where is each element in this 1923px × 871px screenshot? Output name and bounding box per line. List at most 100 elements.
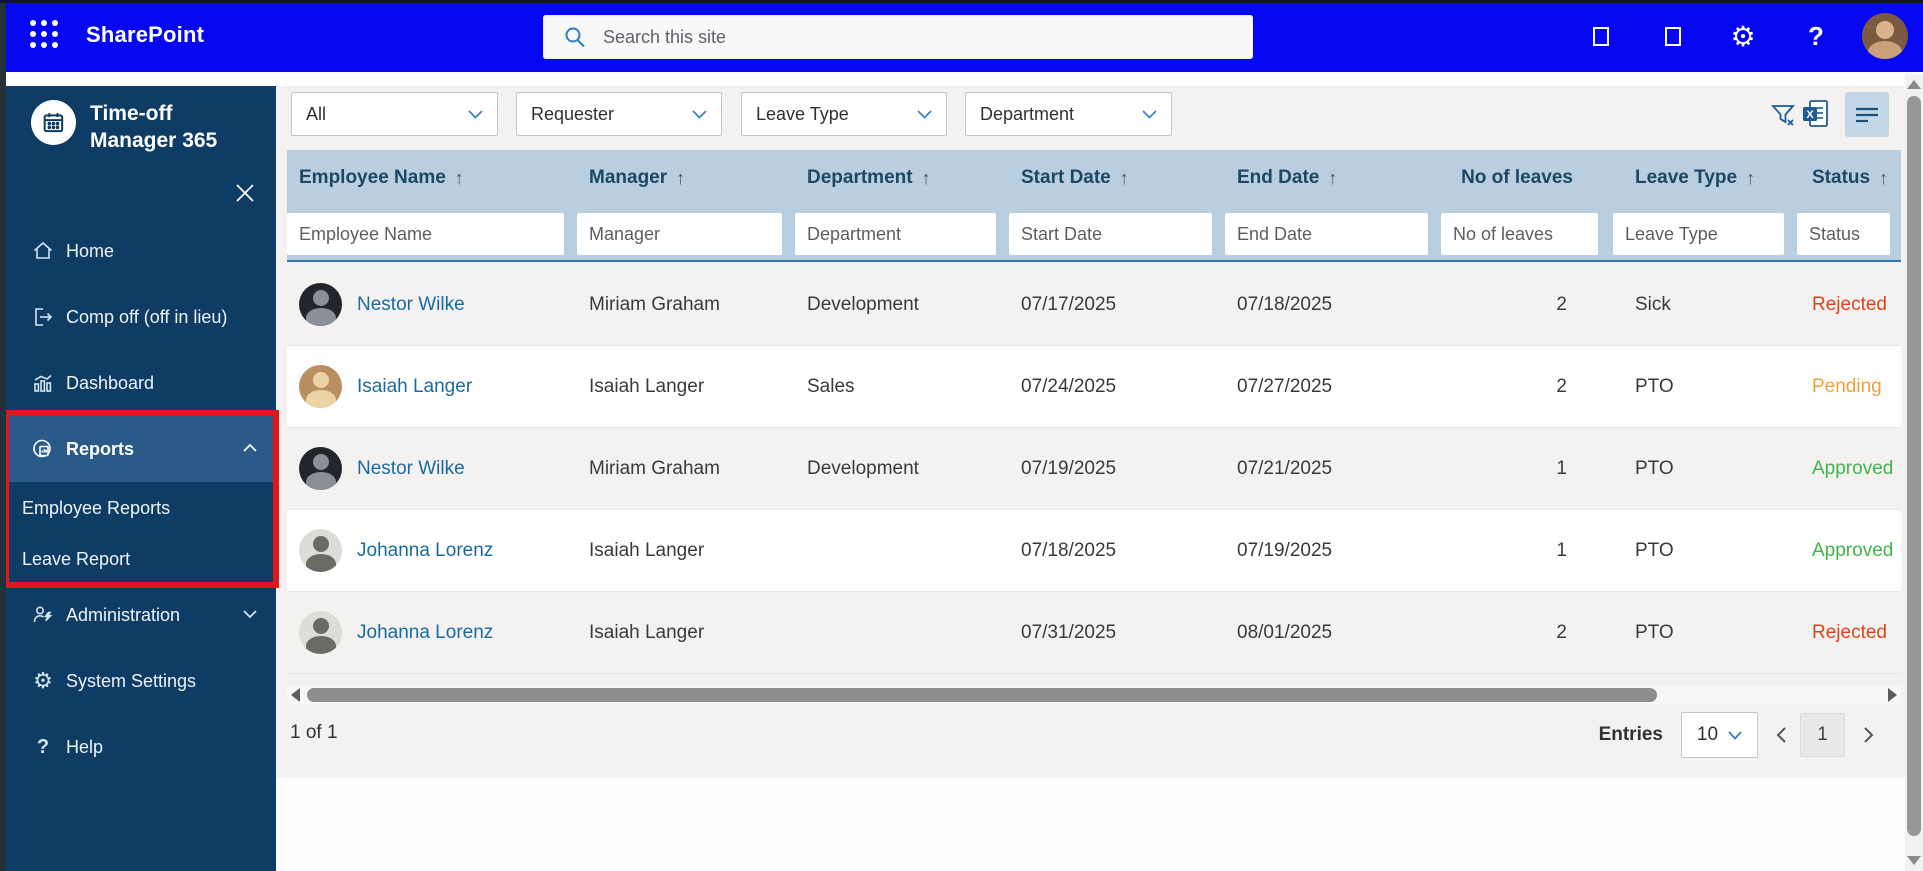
sort-asc-icon: ↑ [676, 168, 685, 189]
manager-cell: Isaiah Langer [577, 510, 795, 591]
user-avatar[interactable] [1862, 13, 1908, 59]
home-icon [28, 239, 58, 263]
table-row[interactable]: Nestor Wilke Miriam Graham Development 0… [287, 264, 1901, 346]
no-of-leaves-cell: 2 [1441, 346, 1611, 427]
table-row[interactable]: Johanna Lorenz Isaiah Langer 07/31/2025 … [287, 592, 1901, 674]
end-date-cell: 08/01/2025 [1225, 592, 1441, 673]
column-header-status[interactable]: Status↑ [1795, 150, 1901, 206]
page-number-button[interactable]: 1 [1800, 713, 1845, 757]
start-date-filter-input[interactable] [1009, 213, 1212, 255]
sidebar-item-dashboard[interactable]: Dashboard [6, 350, 276, 416]
sharepoint-brand[interactable]: SharePoint [86, 22, 204, 48]
end-date-filter-input[interactable] [1225, 213, 1428, 255]
chevron-down-icon [468, 110, 483, 119]
requester-filter-dropdown[interactable]: Requester [516, 92, 722, 136]
department-cell [795, 510, 1009, 591]
calendar-icon [40, 109, 68, 137]
sidebar-item-comp-off[interactable]: Comp off (off in lieu) [6, 284, 276, 350]
help-question-icon[interactable]: ? [1800, 0, 1832, 72]
chevron-down-icon[interactable] [242, 606, 258, 624]
sidebar-item-home[interactable]: Home [6, 218, 276, 284]
sort-asc-icon: ↑ [1879, 168, 1888, 189]
sort-asc-icon: ↑ [1746, 168, 1755, 189]
column-options-button[interactable] [1845, 92, 1889, 137]
sidebar-item-label: Help [66, 737, 103, 758]
department-filter-dropdown[interactable]: Department [965, 92, 1172, 136]
employee-name-filter-input[interactable] [287, 213, 564, 255]
list-menu-icon [1854, 105, 1880, 125]
status-cell: Approved [1795, 428, 1901, 509]
employee-avatar [299, 529, 342, 572]
export-excel-icon[interactable]: X [1801, 98, 1831, 135]
employee-avatar [299, 283, 342, 326]
leave-type-filter-input[interactable] [1613, 213, 1784, 255]
column-header-manager[interactable]: Manager↑ [577, 150, 795, 206]
no-of-leaves-cell: 1 [1441, 510, 1611, 591]
horizontal-scrollbar[interactable] [287, 686, 1901, 704]
table-row[interactable]: Johanna Lorenz Isaiah Langer 07/18/2025 … [287, 510, 1901, 592]
column-header-start-date[interactable]: Start Date↑ [1009, 150, 1225, 206]
no-of-leaves-cell: 2 [1441, 264, 1611, 345]
employee-name-link[interactable]: Johanna Lorenz [357, 540, 493, 562]
sidebar-item-administration[interactable]: Administration [6, 582, 276, 648]
pagination-controls: Entries 10 1 [1599, 712, 1883, 758]
end-date-cell: 07/21/2025 [1225, 428, 1441, 509]
next-page-button[interactable] [1853, 715, 1883, 755]
sidebar-subitem-employee-reports[interactable]: Employee Reports [6, 482, 276, 534]
sort-asc-icon: ↑ [922, 168, 931, 189]
vertical-scrollbar-thumb[interactable] [1907, 96, 1921, 836]
window-left-edge [0, 0, 6, 871]
chevron-up-icon[interactable] [242, 440, 258, 458]
column-header-employee-name[interactable]: Employee Name↑ [287, 150, 577, 206]
employee-name-link[interactable]: Johanna Lorenz [357, 622, 493, 644]
table-row[interactable]: Nestor Wilke Miriam Graham Development 0… [287, 428, 1901, 510]
gear-icon: ⚙ [28, 668, 58, 694]
vertical-scrollbar[interactable] [1905, 74, 1923, 871]
scroll-down-arrow-icon[interactable] [1907, 856, 1921, 865]
employee-name-link[interactable]: Isaiah Langer [357, 376, 472, 398]
no-of-leaves-cell: 2 [1441, 592, 1611, 673]
table-body: Nestor Wilke Miriam Graham Development 0… [287, 264, 1901, 674]
employee-name-link[interactable]: Nestor Wilke [357, 294, 465, 316]
page-count-label: 1 of 1 [290, 722, 338, 744]
dropdown-value: Requester [531, 104, 614, 125]
manager-filter-input[interactable] [577, 213, 782, 255]
scroll-up-arrow-icon[interactable] [1907, 80, 1921, 89]
sidebar-subitem-leave-report[interactable]: Leave Report [6, 533, 276, 585]
column-header-end-date[interactable]: End Date↑ [1225, 150, 1441, 206]
view-filter-dropdown[interactable]: All [291, 92, 498, 136]
column-header-department[interactable]: Department↑ [795, 150, 1009, 206]
settings-gear-icon[interactable]: ⚙ [1724, 0, 1762, 72]
department-filter-input[interactable] [795, 213, 996, 255]
no-of-leaves-filter-input[interactable] [1441, 213, 1598, 255]
empty-page-area [276, 778, 1905, 871]
horizontal-scrollbar-thumb[interactable] [307, 688, 1657, 702]
table-header-row: Employee Name↑ Manager↑ Department↑ Star… [287, 150, 1901, 206]
sidebar-item-help[interactable]: ? Help [6, 714, 276, 780]
search-input[interactable] [603, 27, 1203, 48]
app-title: Time-off Manager 365 [90, 100, 217, 154]
filter-cell [1009, 206, 1225, 260]
start-date-cell: 07/24/2025 [1009, 346, 1225, 427]
entries-per-page-select[interactable]: 10 [1681, 712, 1758, 758]
column-header-no-of-leaves[interactable]: No of leaves [1441, 150, 1611, 206]
sidebar-close-icon[interactable] [228, 176, 262, 210]
sidebar-item-system-settings[interactable]: ⚙ System Settings [6, 648, 276, 714]
feedback-icon[interactable] [1662, 0, 1684, 72]
sidebar-item-reports[interactable]: Reports [6, 416, 276, 482]
column-header-leave-type[interactable]: Leave Type↑ [1611, 150, 1795, 206]
chevron-down-icon [692, 110, 707, 119]
table-row[interactable]: Isaiah Langer Isaiah Langer Sales 07/24/… [287, 346, 1901, 428]
clear-filter-icon[interactable] [1769, 101, 1797, 134]
previous-page-button[interactable] [1766, 715, 1796, 755]
app-launcher-waffle-icon[interactable] [30, 20, 64, 52]
employee-name-link[interactable]: Nestor Wilke [357, 458, 465, 480]
scroll-left-arrow-icon[interactable] [291, 688, 300, 702]
notification-icon[interactable] [1590, 0, 1612, 72]
scroll-right-arrow-icon[interactable] [1888, 688, 1897, 702]
sidebar-item-label: System Settings [66, 671, 196, 692]
app-logo [31, 100, 76, 145]
leave-type-cell: PTO [1611, 346, 1795, 427]
leave-type-filter-dropdown[interactable]: Leave Type [741, 92, 947, 136]
status-filter-input[interactable] [1797, 213, 1890, 255]
